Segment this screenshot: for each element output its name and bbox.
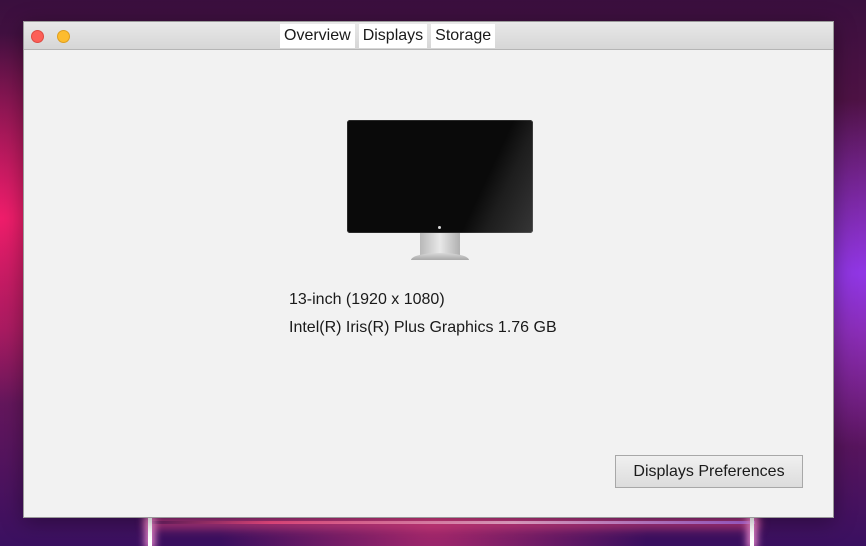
monitor-screen [347,120,533,233]
title-bar: Overview Displays Storage [24,22,833,50]
tab-bar: Overview Displays Storage [280,24,496,48]
desktop-background: Overview Displays Storage 13-inch (1920 … [0,0,866,546]
neon-light-bar [150,521,755,524]
monitor-stand-neck [420,233,460,255]
minimize-window-button[interactable] [57,30,70,43]
monitor-icon [347,120,533,262]
tab-overview[interactable]: Overview [280,24,355,48]
neon-light-right [750,516,754,546]
about-this-mac-window: Overview Displays Storage 13-inch (1920 … [23,21,834,518]
tab-storage[interactable]: Storage [431,24,496,48]
display-size-resolution: 13-inch (1920 x 1080) [289,291,445,308]
displays-panel: 13-inch (1920 x 1080) Intel(R) Iris(R) P… [24,50,833,517]
apple-logo-dot [438,226,441,229]
displays-preferences-button[interactable]: Displays Preferences [615,455,803,488]
graphics-info: Intel(R) Iris(R) Plus Graphics 1.76 GB [289,319,557,336]
neon-light-left [148,516,152,546]
close-window-button[interactable] [31,30,44,43]
monitor-stand-foot [411,253,469,260]
tab-displays[interactable]: Displays [358,24,428,48]
